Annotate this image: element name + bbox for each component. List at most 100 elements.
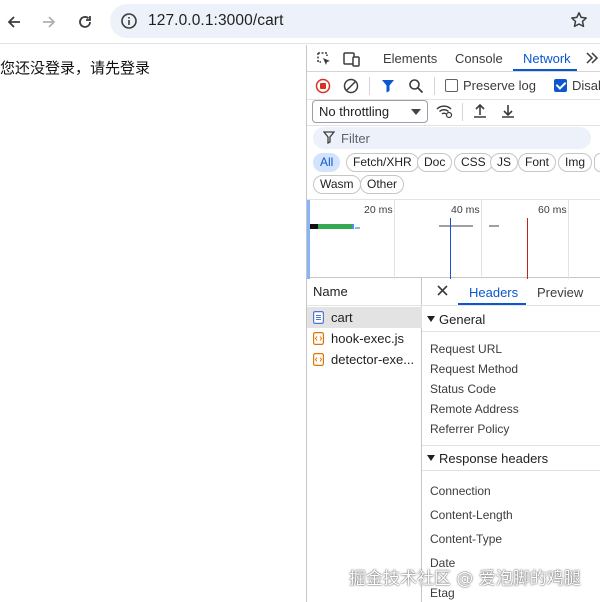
tab-elements[interactable]: Elements (383, 51, 437, 66)
close-icon[interactable] (436, 284, 449, 297)
header-key: Referrer Policy (430, 422, 510, 436)
type-filter-all[interactable]: All (313, 153, 341, 172)
timeline-selection-handle[interactable] (307, 200, 310, 279)
timeline-grid-line (394, 200, 395, 279)
request-row-hook-exec[interactable]: hook-exec.js (307, 328, 422, 349)
clear-icon[interactable] (343, 78, 359, 94)
load-event-marker (527, 218, 528, 279)
filter-icon (323, 131, 335, 144)
header-key: Content-Length (430, 508, 513, 522)
filter-placeholder: Filter (341, 131, 370, 146)
request-name-column: Name cart hook-exec.js detector-exe... (307, 278, 422, 602)
request-bar-script (355, 227, 360, 229)
name-column-header-label: Name (313, 284, 348, 299)
request-name: hook-exec.js (331, 331, 404, 346)
timeline-grid-line (481, 200, 482, 279)
bookmark-star-icon[interactable] (570, 11, 588, 29)
timeline-tick-label: 60 ms (538, 204, 567, 216)
request-bar-download (318, 224, 352, 229)
request-row-detector-exec[interactable]: detector-exe... (307, 349, 422, 370)
header-key: Remote Address (430, 402, 519, 416)
header-key: Connection (430, 484, 491, 498)
type-filter-fetch-xhr[interactable]: Fetch/XHR (346, 153, 419, 172)
type-filter-font[interactable]: Font (518, 153, 557, 172)
type-filter-wasm[interactable]: Wasm (313, 175, 361, 194)
toolbar-divider (434, 77, 435, 95)
export-har-icon[interactable] (501, 103, 515, 119)
chevron-down-icon (411, 109, 421, 115)
arrow-right-icon (43, 16, 56, 28)
tab-headers[interactable]: Headers (469, 285, 518, 300)
request-bar-waiting (310, 224, 318, 229)
network-overview-timeline[interactable]: 20 ms 40 ms 60 ms (307, 199, 600, 279)
general-section-title: General (439, 312, 486, 327)
response-headers-section-header[interactable]: Response headers (422, 446, 600, 471)
details-tab-bar: Headers Preview (422, 278, 600, 306)
active-detail-tab-indicator (458, 303, 526, 305)
filter-input[interactable]: Filter (313, 127, 591, 149)
header-key: Request Method (430, 362, 519, 376)
type-filter-img[interactable]: Img (558, 153, 593, 172)
type-filter-css[interactable]: CSS (454, 153, 493, 172)
reload-icon (79, 16, 91, 28)
header-key: Request URL (430, 342, 503, 356)
address-bar[interactable]: 127.0.0.1:3000/cart (110, 4, 600, 38)
disable-cache-checkbox[interactable] (554, 79, 567, 92)
throttling-select[interactable]: No throttling (312, 100, 428, 123)
timeline-tick-label: 20 ms (364, 204, 393, 216)
toolbar-divider (462, 103, 463, 121)
inspect-element-icon[interactable] (316, 51, 332, 67)
site-info-icon[interactable] (120, 12, 138, 30)
response-headers-section-title: Response headers (439, 451, 549, 466)
header-key: Status Code (430, 382, 497, 396)
preserve-log-label: Preserve log (463, 78, 536, 93)
back-button[interactable] (2, 10, 26, 34)
triangle-down-icon (427, 316, 435, 322)
devtools-panel: Elements Console Network Preserve log Di… (306, 45, 600, 602)
header-key: Content-Type (430, 532, 503, 546)
resource-type-filters: All Fetch/XHR Doc CSS JS Font Img Wasm O… (307, 151, 600, 199)
filter-row: Filter (307, 126, 600, 150)
tab-console[interactable]: Console (455, 51, 503, 66)
request-bar-queued (489, 225, 499, 227)
record-stop-icon[interactable] (315, 78, 331, 94)
more-tabs-chevron-icon[interactable] (585, 52, 599, 64)
network-toolbar: Preserve log Disab (307, 73, 600, 100)
request-name: cart (331, 310, 353, 325)
timeline-grid-line (568, 200, 569, 279)
script-file-icon (313, 353, 324, 366)
type-filter-more[interactable] (594, 153, 600, 172)
timeline-tick-label: 40 ms (451, 204, 480, 216)
search-icon[interactable] (408, 78, 424, 94)
document-file-icon (313, 311, 324, 324)
arrow-left-icon (7, 16, 20, 28)
request-name: detector-exe... (331, 352, 415, 367)
throttling-value: No throttling (319, 104, 390, 119)
preserve-log-checkbox[interactable] (445, 79, 458, 92)
filter-funnel-icon[interactable] (380, 78, 396, 94)
request-details-pane: Headers Preview General Request URL Requ… (422, 278, 600, 602)
import-har-icon[interactable] (473, 103, 487, 119)
script-file-icon (313, 332, 324, 345)
type-filter-doc[interactable]: Doc (417, 153, 453, 172)
request-row-cart[interactable]: cart (307, 307, 422, 328)
tab-network[interactable]: Network (523, 51, 571, 66)
tab-preview[interactable]: Preview (537, 285, 583, 300)
throttling-toolbar: No throttling (307, 100, 600, 126)
device-toolbar-icon[interactable] (343, 51, 360, 67)
devtools-tab-bar: Elements Console Network (307, 45, 600, 72)
type-filter-js[interactable]: JS (490, 153, 519, 172)
general-section-header[interactable]: General (422, 307, 600, 332)
active-tab-indicator (513, 69, 577, 71)
name-column-header[interactable]: Name (307, 278, 422, 306)
request-bar-end (352, 224, 354, 229)
page-viewport: 您还没登录，请先登录 (0, 45, 306, 602)
browser-toolbar: 127.0.0.1:3000/cart (0, 0, 600, 44)
login-required-message: 您还没登录，请先登录 (0, 59, 151, 77)
url-text[interactable]: 127.0.0.1:3000/cart (148, 12, 283, 30)
triangle-down-icon (427, 455, 435, 461)
reload-button[interactable] (73, 10, 97, 34)
network-conditions-icon[interactable] (435, 103, 453, 119)
forward-button[interactable] (37, 10, 61, 34)
type-filter-other[interactable]: Other (360, 175, 405, 194)
